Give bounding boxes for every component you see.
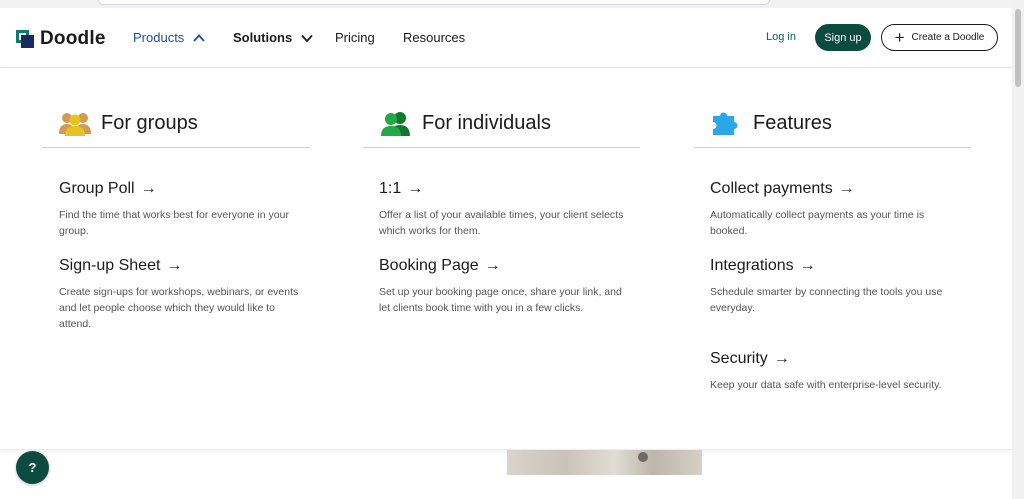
- collect-payments-title-text: Collect payments: [710, 180, 833, 197]
- signup-sheet-desc: Create sign-ups for workshops, webinars,…: [59, 286, 299, 330]
- group-poll-title[interactable]: Group Poll →: [59, 180, 299, 198]
- nav-solutions[interactable]: Solutions: [233, 30, 314, 45]
- features-heading-text: Features: [753, 111, 832, 134]
- signup-button[interactable]: Sign up: [815, 24, 871, 51]
- background-photo: [507, 450, 702, 475]
- browser-tab-edge: [98, 0, 770, 5]
- puzzle-icon: [713, 112, 738, 135]
- one-on-one-desc: Offer a list of your available times, yo…: [379, 209, 624, 237]
- features-divider: [694, 147, 971, 148]
- create-doodle-button[interactable]: + Create a Doodle: [881, 24, 998, 51]
- doodle-logo[interactable]: Doodle: [16, 28, 106, 50]
- doodle-logo-icon: [16, 30, 34, 48]
- integrations-item[interactable]: Integrations → Schedule smarter by conne…: [710, 257, 960, 316]
- security-title-text: Security: [710, 350, 768, 367]
- booking-page-desc: Set up your booking page once, share you…: [379, 286, 622, 314]
- one-on-one-item[interactable]: 1:1 → Offer a list of your available tim…: [379, 180, 629, 239]
- arrow-right-icon: →: [166, 257, 183, 274]
- integrations-title[interactable]: Integrations →: [710, 257, 960, 275]
- logo-text: Doodle: [40, 28, 106, 49]
- collect-payments-item[interactable]: Collect payments → Automatically collect…: [710, 180, 960, 239]
- nav-products[interactable]: Products: [133, 30, 206, 45]
- signup-sheet-item[interactable]: Sign-up Sheet → Create sign-ups for work…: [59, 257, 299, 332]
- security-desc: Keep your data safe with enterprise-leve…: [710, 379, 942, 391]
- signup-sheet-title[interactable]: Sign-up Sheet →: [59, 257, 299, 275]
- products-mega-menu: For groups Group Poll → Find the time th…: [0, 68, 1012, 450]
- individuals-heading-text: For individuals: [422, 111, 551, 134]
- groups-heading: For groups: [59, 110, 198, 136]
- plus-icon: +: [894, 28, 905, 47]
- one-on-one-title[interactable]: 1:1 →: [379, 180, 629, 198]
- booking-page-title[interactable]: Booking Page →: [379, 257, 629, 275]
- features-heading: Features: [711, 110, 832, 136]
- individuals-divider: [363, 147, 640, 148]
- one-on-one-title-text: 1:1: [379, 180, 402, 197]
- booking-page-title-text: Booking Page: [379, 257, 479, 274]
- nav-pricing-label: Pricing: [335, 30, 375, 45]
- help-icon: ?: [28, 460, 37, 475]
- login-link[interactable]: Log in: [766, 31, 796, 43]
- arrow-right-icon: →: [140, 180, 157, 197]
- app-window: Doodle Products Solutions Pricing Resour…: [0, 0, 1024, 499]
- group-poll-title-text: Group Poll: [59, 180, 135, 197]
- create-doodle-label: Create a Doodle: [911, 32, 985, 43]
- individuals-heading: For individuals: [380, 110, 551, 136]
- collect-payments-desc: Automatically collect payments as your t…: [710, 209, 925, 237]
- group-poll-item[interactable]: Group Poll → Find the time that works be…: [59, 180, 299, 239]
- signup-label: Sign up: [824, 31, 862, 44]
- arrow-right-icon: →: [773, 350, 790, 367]
- group-poll-desc: Find the time that works best for everyo…: [59, 209, 289, 237]
- collect-payments-title[interactable]: Collect payments →: [710, 180, 960, 198]
- group-icon: [59, 113, 91, 136]
- security-title[interactable]: Security →: [710, 350, 960, 368]
- groups-heading-text: For groups: [101, 111, 198, 134]
- nav-products-label: Products: [133, 30, 185, 45]
- browser-top-strip: [0, 0, 1012, 8]
- scrollbar-thumb[interactable]: [1015, 9, 1021, 87]
- arrow-right-icon: →: [799, 257, 816, 274]
- arrow-right-icon: →: [484, 257, 501, 274]
- integrations-title-text: Integrations: [710, 257, 794, 274]
- arrow-right-icon: →: [407, 180, 424, 197]
- nav-resources[interactable]: Resources: [403, 30, 465, 45]
- signup-sheet-title-text: Sign-up Sheet: [59, 257, 161, 274]
- top-navigation: Doodle Products Solutions Pricing Resour…: [0, 8, 1012, 68]
- booking-page-item[interactable]: Booking Page → Set up your booking page …: [379, 257, 629, 316]
- arrow-right-icon: →: [838, 180, 855, 197]
- integrations-desc: Schedule smarter by connecting the tools…: [710, 286, 943, 314]
- page-scrollbar[interactable]: [1012, 0, 1024, 499]
- chevron-up-icon: [193, 33, 205, 42]
- nav-solutions-label: Solutions: [233, 30, 293, 45]
- chevron-down-icon: [301, 34, 313, 42]
- help-button[interactable]: ?: [16, 451, 49, 484]
- security-item[interactable]: Security → Keep your data safe with ente…: [710, 350, 960, 393]
- nav-resources-label: Resources: [403, 30, 466, 45]
- individuals-icon: [381, 112, 410, 136]
- nav-pricing[interactable]: Pricing: [335, 30, 375, 45]
- groups-divider: [42, 147, 310, 148]
